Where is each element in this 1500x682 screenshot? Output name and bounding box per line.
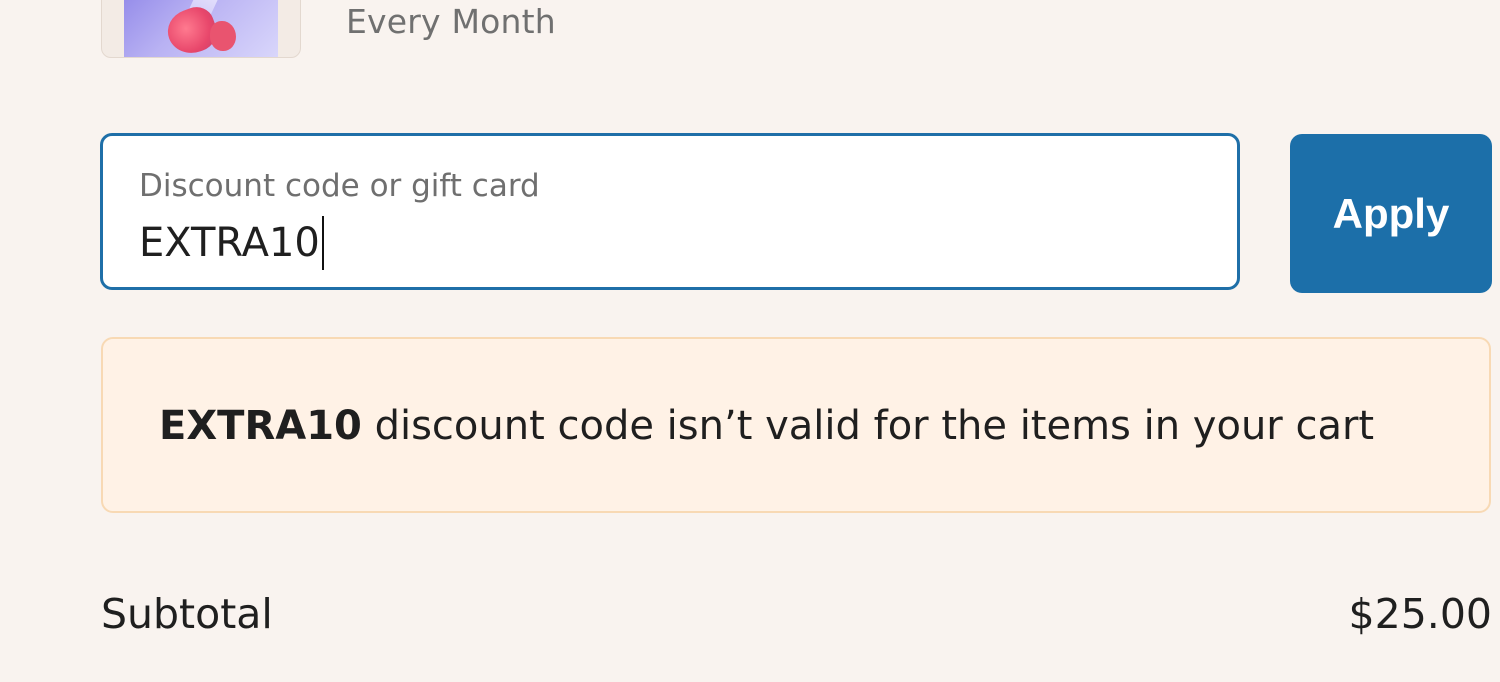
- subtotal-label: Subtotal: [101, 590, 273, 638]
- text-caret: [321, 216, 324, 270]
- warning-code: EXTRA10: [159, 403, 362, 449]
- warning-message: EXTRA10 discount code isn’t valid for th…: [159, 403, 1374, 449]
- apply-discount-button[interactable]: Apply: [1290, 134, 1492, 293]
- warning-text: discount code isn’t valid for the items …: [361, 403, 1375, 449]
- subscription-frequency: Every Month: [346, 2, 556, 41]
- checkout-order-summary: Every Month Discount code or gift card E…: [0, 0, 1500, 682]
- product-image: [124, 0, 278, 57]
- discount-code-input[interactable]: Discount code or gift card EXTRA10: [100, 133, 1240, 290]
- product-thumbnail: [101, 0, 301, 58]
- discount-warning-banner: EXTRA10 discount code isn’t valid for th…: [101, 337, 1491, 513]
- subtotal-value: $25.00: [1348, 590, 1492, 638]
- discount-field-label: Discount code or gift card: [139, 168, 540, 204]
- discount-field-value[interactable]: EXTRA10: [139, 220, 320, 266]
